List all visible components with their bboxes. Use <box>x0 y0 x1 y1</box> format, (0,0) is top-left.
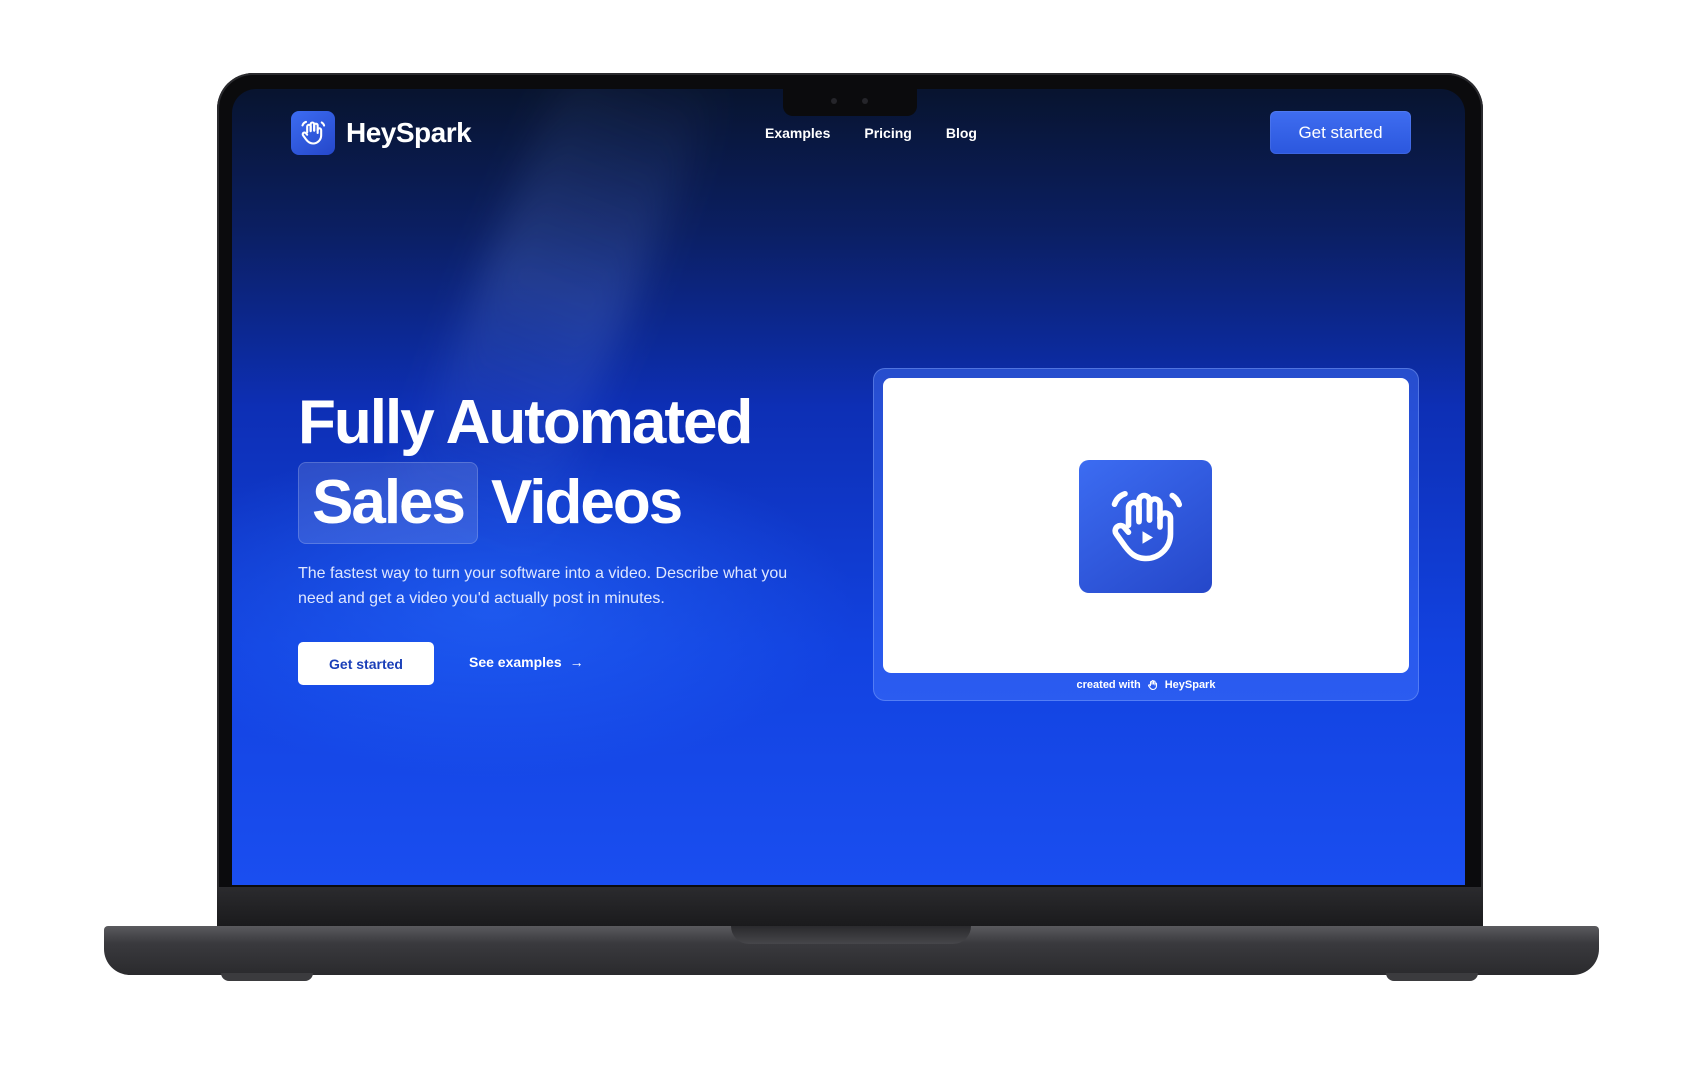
laptop-foot-right <box>1386 973 1478 981</box>
see-examples-link[interactable]: See examples → <box>469 654 584 670</box>
hero-title-rest: Videos <box>491 468 683 537</box>
waving-hand-small-icon <box>1147 679 1159 691</box>
nav-blog[interactable]: Blog <box>946 125 977 141</box>
laptop-hinge <box>217 887 1483 927</box>
waving-hand-play-icon[interactable] <box>1079 460 1212 593</box>
laptop-lip-notch <box>731 926 971 944</box>
caption-prefix: created with <box>1076 679 1141 691</box>
hero-title-highlight: Sales <box>298 462 479 544</box>
get-started-hero-button[interactable]: Get started <box>298 642 434 685</box>
brand-logo[interactable]: HeySpark <box>291 111 472 155</box>
hero-subtitle: The fastest way to turn your software in… <box>298 565 788 607</box>
laptop-base <box>104 926 1599 975</box>
caption-brand: HeySpark <box>1164 679 1216 691</box>
laptop-foot-left <box>221 973 313 981</box>
nav-pricing[interactable]: Pricing <box>864 125 911 141</box>
laptop-screen: HeySpark Examples Pricing Blog Get start… <box>232 89 1465 885</box>
created-with-caption: created with HeySpark <box>873 679 1419 691</box>
brand-name: HeySpark <box>346 117 472 148</box>
video-player[interactable] <box>883 378 1409 673</box>
waving-hand-icon <box>291 111 335 155</box>
hero-title-line1: Fully Automated <box>298 388 753 457</box>
video-preview-card: created with HeySpark <box>873 368 1419 701</box>
get-started-nav-button[interactable]: Get started <box>1270 111 1411 154</box>
see-examples-label: See examples <box>469 654 562 670</box>
camera-notch <box>783 89 917 116</box>
nav-examples[interactable]: Examples <box>765 125 830 141</box>
hero-title: Fully Automated Sales Videos <box>298 386 753 544</box>
arrow-right-icon: → <box>569 654 584 670</box>
top-nav: Examples Pricing Blog <box>765 125 977 141</box>
